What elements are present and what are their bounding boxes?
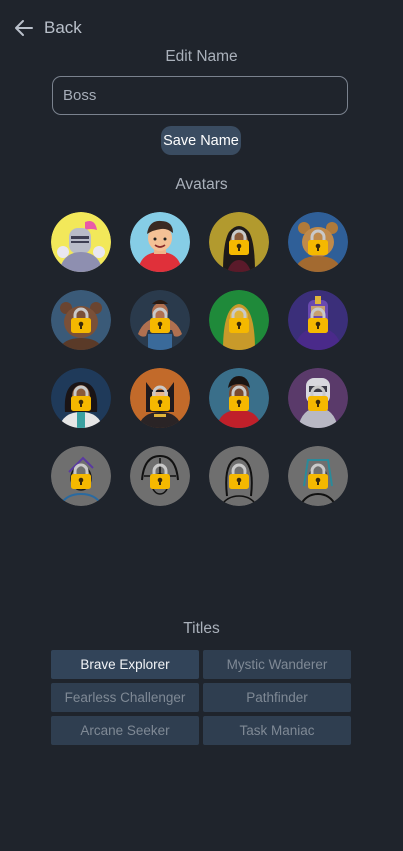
lock-icon xyxy=(229,463,249,489)
lock-icon xyxy=(71,307,91,333)
avatar-muscle-man[interactable] xyxy=(130,290,190,350)
avatar-ninja[interactable] xyxy=(130,368,190,428)
title-fearless-challenger[interactable]: Fearless Challenger xyxy=(51,683,199,712)
avatars-heading: Avatars xyxy=(175,176,228,193)
avatar-long-hair-outline[interactable] xyxy=(209,446,269,506)
avatar-grid xyxy=(51,212,351,506)
avatar-helmet-knight[interactable] xyxy=(288,368,348,428)
titles-grid: Brave Explorer Mystic Wanderer Fearless … xyxy=(51,650,351,745)
avatar-knight[interactable] xyxy=(51,212,111,272)
title-task-maniac[interactable]: Task Maniac xyxy=(203,716,351,745)
lock-icon xyxy=(71,385,91,411)
title-arcane-seeker[interactable]: Arcane Seeker xyxy=(51,716,199,745)
lock-icon xyxy=(229,385,249,411)
avatar-wizard-outline[interactable] xyxy=(51,446,111,506)
edit-name-heading: Edit Name xyxy=(165,48,238,65)
lock-icon xyxy=(308,307,328,333)
arrow-left-icon xyxy=(15,20,33,36)
titles-heading: Titles xyxy=(183,620,220,637)
avatar-red-hoodie-boy[interactable] xyxy=(130,212,190,272)
avatar-purple-warrior[interactable] xyxy=(288,290,348,350)
lock-icon xyxy=(229,229,249,255)
knight-avatar-art xyxy=(51,212,111,272)
lock-icon xyxy=(150,385,170,411)
avatar-yellow-creature[interactable] xyxy=(209,290,269,350)
avatar-brown-bear[interactable] xyxy=(51,290,111,350)
avatar-bear[interactable] xyxy=(288,212,348,272)
lock-icon xyxy=(150,307,170,333)
title-mystic-wanderer[interactable]: Mystic Wanderer xyxy=(203,650,351,679)
avatar-lab-woman[interactable] xyxy=(51,368,111,428)
avatar-dark-haired-woman[interactable] xyxy=(209,212,269,272)
lock-icon xyxy=(150,463,170,489)
lock-icon xyxy=(229,307,249,333)
avatar-hooded-outline[interactable] xyxy=(130,446,190,506)
save-name-button[interactable]: Save Name xyxy=(161,126,241,155)
lock-icon xyxy=(308,229,328,255)
lock-icon xyxy=(308,463,328,489)
name-input[interactable] xyxy=(52,76,348,115)
lock-icon xyxy=(71,463,91,489)
title-pathfinder[interactable]: Pathfinder xyxy=(203,683,351,712)
back-button[interactable]: Back xyxy=(14,18,82,38)
title-brave-explorer[interactable]: Brave Explorer xyxy=(51,650,199,679)
boy-avatar-art xyxy=(130,212,190,272)
avatar-pharaoh-outline[interactable] xyxy=(288,446,348,506)
lock-icon xyxy=(308,385,328,411)
avatar-hoodie-man[interactable] xyxy=(209,368,269,428)
back-label: Back xyxy=(44,18,82,37)
